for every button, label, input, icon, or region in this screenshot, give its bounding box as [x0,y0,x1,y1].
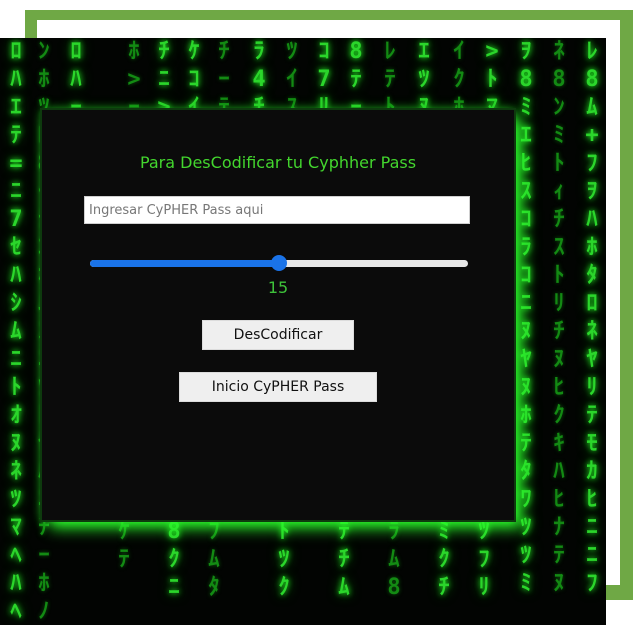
decode-panel: Para DesCodificar tu Cyphher Pass 15 Des… [42,110,514,520]
matrix-column: ｹ ﾃ [118,519,130,572]
panel-title: Para DesCodificar tu Cyphher Pass [139,153,417,172]
length-slider[interactable] [90,255,468,271]
matrix-column: ﾛ ﾊ ｴ ﾃ = ﾆ 7 ｾ ﾊ ｼ ﾑ ﾆ ﾄ ｵ ﾇ ﾈ ﾂ ﾏ ﾍ ﾊ … [9,39,23,624]
matrix-column: ﾃ ﾁ ﾑ [338,519,350,600]
slider-fill [90,260,279,267]
matrix-column: ﾌ ﾑ ﾀ [208,519,220,600]
matrix-column: 8 ｸ ﾆ [167,519,181,600]
matrix-column: ﾈ 8 ﾝ ﾐ ﾄ ｨ ﾁ ｽ ﾄ ﾘ ﾁ ﾇ ﾋ ｸ ｷ ﾊ ﾋ ﾅ ﾃ ﾇ [552,39,566,596]
matrix-column: ﾗ ﾑ 8 [387,519,401,600]
decode-button[interactable]: DesCodificar [202,320,354,350]
matrix-column: ﾂ ﾌ ﾘ [478,519,490,600]
slider-thumb[interactable] [271,255,287,271]
matrix-column: ﾐ ｸ ﾁ [438,519,450,600]
cypher-pass-input[interactable] [84,196,470,224]
matrix-column: ﾚ 8 ﾑ + ﾌ ｦ ﾊ ﾎ ﾀ ﾛ ﾈ ﾔ ﾘ ﾃ ﾓ ｶ ﾋ ﾆ ﾆ ﾌ [585,39,599,596]
home-button[interactable]: Inicio CyPHER Pass [179,372,377,402]
matrix-column: ｦ 8 ﾐ ｴ ﾋ ｽ ｺ ﾗ ｺ ﾆ ﾇ ﾔ ﾇ ﾎ ﾃ ﾀ ﾜ ﾂ ﾂ ﾐ [519,39,533,596]
matrix-column: ﾄ ﾂ ｸ [278,519,290,600]
slider-value: 15 [267,278,289,297]
